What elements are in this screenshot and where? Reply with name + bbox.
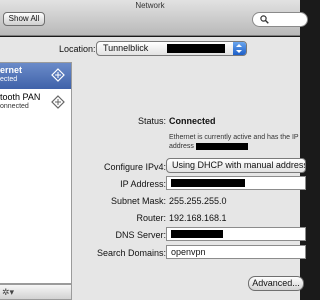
redaction-bar: [195, 142, 248, 150]
redaction-bar: [167, 44, 225, 53]
show-all-button[interactable]: Show All: [3, 12, 45, 26]
status-description: Ethernet is currently active and has the…: [169, 133, 299, 151]
service-list[interactable]: ernet ected tooth PAN onnected: [0, 62, 72, 284]
search-field[interactable]: [252, 12, 308, 27]
dns-server-label: DNS Server:: [115, 230, 166, 240]
search-domains-label: Search Domains:: [96, 248, 166, 258]
redaction-bar: [171, 230, 223, 238]
service-item-bluetooth-pan[interactable]: tooth PAN onnected: [0, 90, 71, 116]
service-name: ernet: [0, 65, 23, 75]
configure-ipv4-label: Configure IPv4:: [103, 162, 166, 172]
location-value: Tunnelblick: [103, 43, 149, 53]
configure-ipv4-select[interactable]: Using DHCP with manual address: [166, 158, 306, 173]
location-label: Location:: [59, 44, 96, 54]
status-description-address: address: [169, 143, 194, 150]
advanced-button[interactable]: Advanced...: [248, 276, 304, 291]
status-value: Connected: [169, 116, 216, 126]
status-description-line: address: [169, 142, 299, 151]
status-description-line: Ethernet is currently active and has the…: [169, 134, 299, 141]
service-status: ected: [0, 76, 18, 83]
service-status: onnected: [0, 103, 29, 110]
subnet-mask-value: 255.255.255.0: [169, 196, 227, 206]
service-name: tooth PAN: [0, 92, 41, 102]
subnet-mask-label: Subnet Mask:: [110, 196, 166, 206]
ethernet-icon: [51, 68, 65, 82]
service-item-ethernet[interactable]: ernet ected: [0, 63, 71, 89]
window-title: Network: [135, 1, 165, 10]
dns-server-field[interactable]: [166, 227, 306, 241]
location-stepper-icon: [233, 42, 246, 55]
network-pane: Location: Tunnelblick ernet ected tooth …: [0, 37, 306, 300]
router-label: Router:: [136, 213, 166, 223]
ip-address-label: IP Address:: [120, 179, 166, 189]
bluetooth-pan-icon: [51, 95, 65, 109]
router-value: 192.168.168.1: [169, 213, 227, 223]
ip-address-field[interactable]: [166, 176, 306, 190]
status-label: Status:: [137, 116, 166, 126]
service-list-toolbar: ✲▾: [0, 284, 72, 300]
location-select[interactable]: Tunnelblick: [96, 41, 247, 56]
window-titlebar: Network Show All: [0, 0, 308, 36]
gear-icon[interactable]: ✲▾: [2, 286, 20, 298]
search-icon: [260, 15, 269, 24]
search-domains-field[interactable]: openvpn: [166, 245, 306, 259]
redaction-bar: [171, 179, 245, 187]
